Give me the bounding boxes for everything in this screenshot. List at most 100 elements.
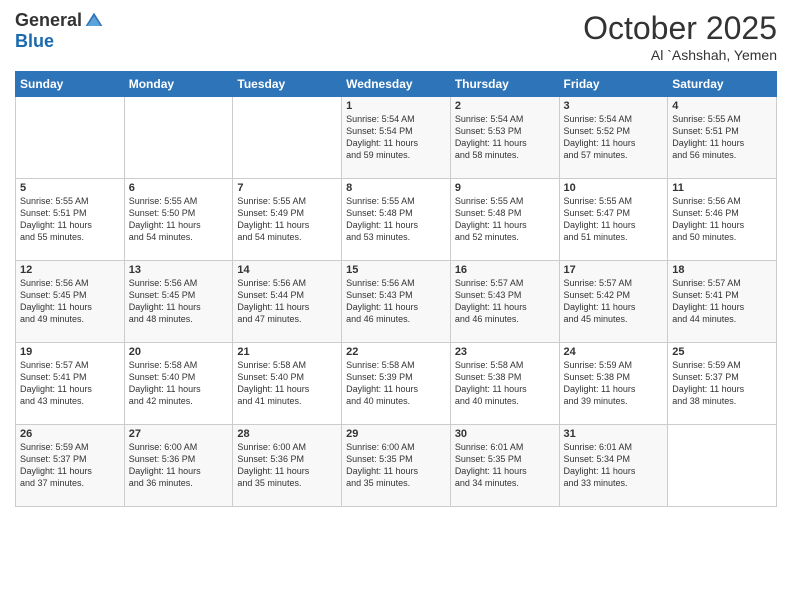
day-number: 27	[129, 428, 229, 440]
day-number: 20	[129, 346, 229, 358]
logo-icon	[84, 11, 104, 31]
day-number: 28	[237, 428, 337, 440]
logo: General Blue	[15, 10, 104, 52]
day-info: Sunrise: 5:59 AM Sunset: 5:37 PM Dayligh…	[20, 441, 120, 490]
calendar-cell: 12Sunrise: 5:56 AM Sunset: 5:45 PM Dayli…	[16, 261, 125, 343]
day-number: 19	[20, 346, 120, 358]
calendar-cell: 29Sunrise: 6:00 AM Sunset: 5:35 PM Dayli…	[342, 425, 451, 507]
week-row-0: 1Sunrise: 5:54 AM Sunset: 5:54 PM Daylig…	[16, 97, 777, 179]
page-container: General Blue October 2025 Al `Ashshah, Y…	[0, 0, 792, 612]
day-number: 30	[455, 428, 555, 440]
calendar-cell: 7Sunrise: 5:55 AM Sunset: 5:49 PM Daylig…	[233, 179, 342, 261]
day-info: Sunrise: 6:01 AM Sunset: 5:34 PM Dayligh…	[564, 441, 664, 490]
calendar-cell: 2Sunrise: 5:54 AM Sunset: 5:53 PM Daylig…	[450, 97, 559, 179]
day-number: 16	[455, 264, 555, 276]
day-info: Sunrise: 6:00 AM Sunset: 5:36 PM Dayligh…	[129, 441, 229, 490]
calendar-cell: 20Sunrise: 5:58 AM Sunset: 5:40 PM Dayli…	[124, 343, 233, 425]
calendar-cell	[16, 97, 125, 179]
day-number: 17	[564, 264, 664, 276]
day-number: 23	[455, 346, 555, 358]
day-info: Sunrise: 5:55 AM Sunset: 5:49 PM Dayligh…	[237, 195, 337, 244]
calendar-cell: 19Sunrise: 5:57 AM Sunset: 5:41 PM Dayli…	[16, 343, 125, 425]
day-info: Sunrise: 5:59 AM Sunset: 5:38 PM Dayligh…	[564, 359, 664, 408]
day-info: Sunrise: 5:55 AM Sunset: 5:48 PM Dayligh…	[346, 195, 446, 244]
day-info: Sunrise: 5:58 AM Sunset: 5:40 PM Dayligh…	[129, 359, 229, 408]
day-number: 7	[237, 182, 337, 194]
logo-text: General	[15, 10, 104, 31]
calendar-cell	[668, 425, 777, 507]
calendar-cell: 22Sunrise: 5:58 AM Sunset: 5:39 PM Dayli…	[342, 343, 451, 425]
day-number: 24	[564, 346, 664, 358]
day-number: 13	[129, 264, 229, 276]
calendar-cell: 3Sunrise: 5:54 AM Sunset: 5:52 PM Daylig…	[559, 97, 668, 179]
calendar-cell: 1Sunrise: 5:54 AM Sunset: 5:54 PM Daylig…	[342, 97, 451, 179]
calendar-cell	[233, 97, 342, 179]
day-number: 5	[20, 182, 120, 194]
day-info: Sunrise: 5:58 AM Sunset: 5:40 PM Dayligh…	[237, 359, 337, 408]
day-number: 2	[455, 100, 555, 112]
day-info: Sunrise: 5:59 AM Sunset: 5:37 PM Dayligh…	[672, 359, 772, 408]
day-number: 10	[564, 182, 664, 194]
column-header-wednesday: Wednesday	[342, 72, 451, 97]
week-row-1: 5Sunrise: 5:55 AM Sunset: 5:51 PM Daylig…	[16, 179, 777, 261]
calendar-cell: 27Sunrise: 6:00 AM Sunset: 5:36 PM Dayli…	[124, 425, 233, 507]
column-header-thursday: Thursday	[450, 72, 559, 97]
day-info: Sunrise: 5:56 AM Sunset: 5:45 PM Dayligh…	[20, 277, 120, 326]
day-info: Sunrise: 5:55 AM Sunset: 5:48 PM Dayligh…	[455, 195, 555, 244]
day-info: Sunrise: 5:57 AM Sunset: 5:42 PM Dayligh…	[564, 277, 664, 326]
calendar-cell: 15Sunrise: 5:56 AM Sunset: 5:43 PM Dayli…	[342, 261, 451, 343]
logo-general: General	[15, 10, 82, 31]
month-title: October 2025	[583, 10, 777, 47]
day-number: 8	[346, 182, 446, 194]
calendar-cell: 5Sunrise: 5:55 AM Sunset: 5:51 PM Daylig…	[16, 179, 125, 261]
day-number: 3	[564, 100, 664, 112]
week-row-4: 26Sunrise: 5:59 AM Sunset: 5:37 PM Dayli…	[16, 425, 777, 507]
day-info: Sunrise: 6:00 AM Sunset: 5:35 PM Dayligh…	[346, 441, 446, 490]
day-number: 26	[20, 428, 120, 440]
column-header-sunday: Sunday	[16, 72, 125, 97]
week-row-2: 12Sunrise: 5:56 AM Sunset: 5:45 PM Dayli…	[16, 261, 777, 343]
day-info: Sunrise: 5:56 AM Sunset: 5:46 PM Dayligh…	[672, 195, 772, 244]
location: Al `Ashshah, Yemen	[583, 47, 777, 63]
calendar-cell: 18Sunrise: 5:57 AM Sunset: 5:41 PM Dayli…	[668, 261, 777, 343]
header: General Blue October 2025 Al `Ashshah, Y…	[15, 10, 777, 63]
day-info: Sunrise: 5:58 AM Sunset: 5:39 PM Dayligh…	[346, 359, 446, 408]
title-section: October 2025 Al `Ashshah, Yemen	[583, 10, 777, 63]
calendar-cell: 28Sunrise: 6:00 AM Sunset: 5:36 PM Dayli…	[233, 425, 342, 507]
day-number: 6	[129, 182, 229, 194]
column-header-friday: Friday	[559, 72, 668, 97]
calendar-cell: 30Sunrise: 6:01 AM Sunset: 5:35 PM Dayli…	[450, 425, 559, 507]
calendar-cell: 21Sunrise: 5:58 AM Sunset: 5:40 PM Dayli…	[233, 343, 342, 425]
day-info: Sunrise: 5:56 AM Sunset: 5:45 PM Dayligh…	[129, 277, 229, 326]
day-number: 4	[672, 100, 772, 112]
calendar-cell: 25Sunrise: 5:59 AM Sunset: 5:37 PM Dayli…	[668, 343, 777, 425]
day-info: Sunrise: 5:54 AM Sunset: 5:54 PM Dayligh…	[346, 113, 446, 162]
day-number: 14	[237, 264, 337, 276]
day-info: Sunrise: 5:56 AM Sunset: 5:43 PM Dayligh…	[346, 277, 446, 326]
calendar-cell: 11Sunrise: 5:56 AM Sunset: 5:46 PM Dayli…	[668, 179, 777, 261]
logo-blue: Blue	[15, 31, 54, 52]
calendar-cell: 13Sunrise: 5:56 AM Sunset: 5:45 PM Dayli…	[124, 261, 233, 343]
calendar-cell: 24Sunrise: 5:59 AM Sunset: 5:38 PM Dayli…	[559, 343, 668, 425]
day-info: Sunrise: 5:55 AM Sunset: 5:50 PM Dayligh…	[129, 195, 229, 244]
calendar-cell: 26Sunrise: 5:59 AM Sunset: 5:37 PM Dayli…	[16, 425, 125, 507]
calendar-cell: 31Sunrise: 6:01 AM Sunset: 5:34 PM Dayli…	[559, 425, 668, 507]
day-number: 22	[346, 346, 446, 358]
day-info: Sunrise: 5:57 AM Sunset: 5:41 PM Dayligh…	[20, 359, 120, 408]
day-info: Sunrise: 5:57 AM Sunset: 5:41 PM Dayligh…	[672, 277, 772, 326]
calendar-cell: 9Sunrise: 5:55 AM Sunset: 5:48 PM Daylig…	[450, 179, 559, 261]
day-info: Sunrise: 6:00 AM Sunset: 5:36 PM Dayligh…	[237, 441, 337, 490]
week-row-3: 19Sunrise: 5:57 AM Sunset: 5:41 PM Dayli…	[16, 343, 777, 425]
day-number: 11	[672, 182, 772, 194]
day-number: 31	[564, 428, 664, 440]
calendar-cell: 17Sunrise: 5:57 AM Sunset: 5:42 PM Dayli…	[559, 261, 668, 343]
day-number: 9	[455, 182, 555, 194]
day-number: 15	[346, 264, 446, 276]
day-info: Sunrise: 5:55 AM Sunset: 5:51 PM Dayligh…	[20, 195, 120, 244]
calendar-cell: 4Sunrise: 5:55 AM Sunset: 5:51 PM Daylig…	[668, 97, 777, 179]
calendar-cell: 6Sunrise: 5:55 AM Sunset: 5:50 PM Daylig…	[124, 179, 233, 261]
day-info: Sunrise: 5:55 AM Sunset: 5:47 PM Dayligh…	[564, 195, 664, 244]
calendar-cell: 14Sunrise: 5:56 AM Sunset: 5:44 PM Dayli…	[233, 261, 342, 343]
calendar-cell: 8Sunrise: 5:55 AM Sunset: 5:48 PM Daylig…	[342, 179, 451, 261]
calendar-cell: 23Sunrise: 5:58 AM Sunset: 5:38 PM Dayli…	[450, 343, 559, 425]
